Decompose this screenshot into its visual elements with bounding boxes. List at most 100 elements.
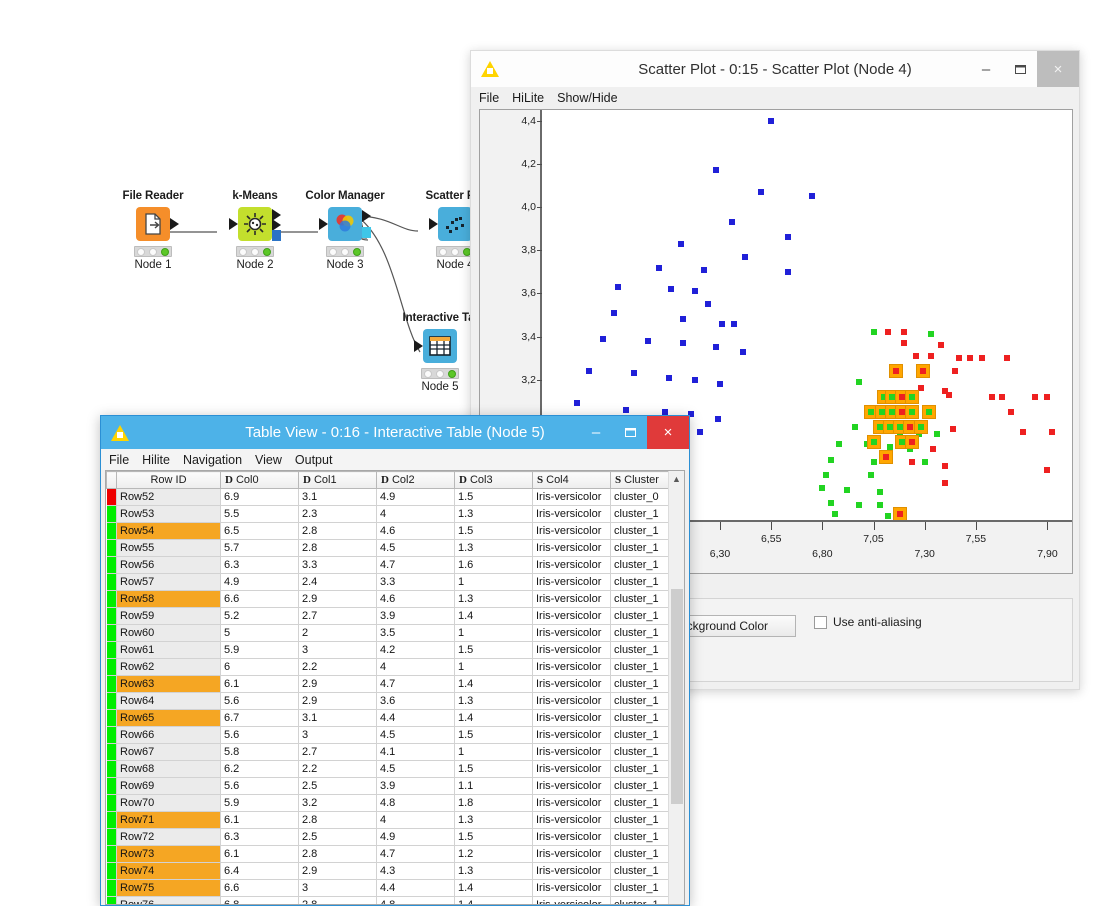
cell-c4[interactable]: Iris-versicolor [532,828,611,846]
cell-c3[interactable]: 1.3 [454,539,533,557]
node-output-port[interactable] [362,210,371,222]
cell-c3[interactable]: 1.3 [454,692,533,710]
workflow-node-3[interactable]: Color Manager Node 3 [295,190,395,271]
cell-c3[interactable]: 1.5 [454,488,533,506]
cell-cluster[interactable]: cluster_1 [610,794,673,812]
scatter-point-green[interactable] [856,378,863,385]
cell-row-id[interactable]: Row72 [116,828,221,846]
cell-c0[interactable]: 6.8 [220,896,299,904]
k-means-icon[interactable] [238,207,272,241]
cell-c1[interactable]: 2.3 [298,505,377,523]
cell-cluster[interactable]: cluster_1 [610,658,673,676]
menu-item-output[interactable]: Output [295,453,333,467]
scatter-point-green[interactable] [827,499,834,506]
scatter-point-green[interactable] [835,441,842,448]
scatter-point-green[interactable] [852,424,859,431]
table-row[interactable]: Row73 6.1 2.8 4.7 1.2 Iris-versicolor cluster_… [106,845,673,863]
scatter-point-red[interactable] [1019,428,1026,435]
cell-cluster[interactable]: cluster_1 [610,692,673,710]
cell-c2[interactable]: 4.3 [376,862,455,880]
table-row[interactable]: Row66 5.6 3 4.5 1.5 Iris-versicolor cluster_1 [106,726,673,744]
cell-c1[interactable]: 2.7 [298,743,377,761]
menu-item-hilite[interactable]: Hilite [142,453,170,467]
scatter-point-red[interactable] [999,394,1006,400]
cell-cluster[interactable]: cluster_1 [610,760,673,778]
cell-c4[interactable]: Iris-versicolor [532,777,611,795]
table-row[interactable]: Row55 5.7 2.8 4.5 1.3 Iris-versicolor cluster_… [106,539,673,557]
scatter-point-highlighted[interactable] [905,390,920,404]
scatter-point-highlighted[interactable] [893,506,908,520]
cell-c3[interactable]: 1 [454,743,533,761]
scatter-point-blue[interactable] [631,370,638,377]
cell-row-id[interactable]: Row75 [116,879,221,897]
cell-c4[interactable]: Iris-versicolor [532,692,611,710]
cell-c2[interactable]: 3.6 [376,692,455,710]
table-menubar[interactable]: File Hilite Navigation View Output [101,449,689,470]
table-row[interactable]: Row59 5.2 2.7 3.9 1.4 Iris-versicolor cluster_… [106,607,673,625]
scatter-point-red[interactable] [909,458,916,465]
cell-row-id[interactable]: Row65 [116,709,221,727]
scatter-point-green[interactable] [876,488,883,495]
cell-c3[interactable]: 1.4 [454,675,533,693]
scatter-point-blue[interactable] [667,286,674,293]
cell-c2[interactable]: 4.4 [376,709,455,727]
cell-c4[interactable]: Iris-versicolor [532,488,611,506]
scatter-point-red[interactable] [1007,409,1014,416]
cell-row-id[interactable]: Row66 [116,726,221,744]
cell-c0[interactable]: 5.6 [220,726,299,744]
cell-c4[interactable]: Iris-versicolor [532,607,611,625]
node-input-port[interactable] [429,218,438,230]
cell-c2[interactable]: 4 [376,658,455,676]
scatter-point-green[interactable] [884,512,891,519]
column-header-col3[interactable]: D Col3 [454,471,533,489]
cell-c0[interactable]: 6.4 [220,862,299,880]
scatter-point-blue[interactable] [739,348,746,355]
column-header-col2[interactable]: D Col2 [376,471,455,489]
node-output-port-model[interactable] [272,230,281,241]
table-row[interactable]: Row67 5.8 2.7 4.1 1 Iris-versicolor cluster_1 [106,743,673,761]
cell-c3[interactable]: 1.5 [454,641,533,659]
scatter-point-red[interactable] [966,355,973,362]
cell-c0[interactable]: 4.9 [220,573,299,591]
color-manager-icon[interactable] [328,207,362,241]
cell-cluster[interactable]: cluster_1 [610,641,673,659]
cell-c4[interactable]: Iris-versicolor [532,590,611,608]
minimize-button[interactable]: – [579,416,613,449]
cell-c1[interactable]: 3.2 [298,794,377,812]
cell-c3[interactable]: 1.3 [454,862,533,880]
cell-cluster[interactable]: cluster_1 [610,743,673,761]
cell-cluster[interactable]: cluster_1 [610,505,673,523]
cell-cluster[interactable]: cluster_1 [610,828,673,846]
cell-c1[interactable]: 2.8 [298,811,377,829]
cell-c4[interactable]: Iris-versicolor [532,743,611,761]
maximize-button[interactable] [613,416,647,449]
table-titlebar[interactable]: Table View - 0:16 - Interactive Table (N… [101,416,689,449]
cell-cluster[interactable]: cluster_1 [610,539,673,557]
cell-row-id[interactable]: Row71 [116,811,221,829]
cell-c0[interactable]: 5.6 [220,777,299,795]
cell-row-id[interactable]: Row70 [116,794,221,812]
cell-c1[interactable]: 3.1 [298,709,377,727]
scatter-point-highlighted[interactable] [921,405,936,420]
scatter-point-blue[interactable] [680,340,687,347]
cell-c4[interactable]: Iris-versicolor [532,760,611,778]
scatter-point-red[interactable] [946,391,953,398]
cell-c3[interactable]: 1.4 [454,896,533,904]
scatter-point-red[interactable] [913,353,920,359]
table-row[interactable]: Row71 6.1 2.8 4 1.3 Iris-versicolor cluster_1 [106,811,673,829]
close-button[interactable]: × [1037,51,1079,87]
column-header-col4[interactable]: S Col4 [532,471,611,489]
cell-c2[interactable]: 4.7 [376,675,455,693]
scrollbar-thumb[interactable] [671,589,683,804]
cell-c0[interactable]: 5.9 [220,641,299,659]
cell-c3[interactable]: 1.4 [454,709,533,727]
cell-cluster[interactable]: cluster_1 [610,709,673,727]
table-row[interactable]: Row57 4.9 2.4 3.3 1 Iris-versicolor cluster_1 [106,573,673,591]
cell-c2[interactable]: 4.6 [376,590,455,608]
cell-c0[interactable]: 5.6 [220,692,299,710]
cell-c2[interactable]: 3.5 [376,624,455,642]
scatter-point-blue[interactable] [784,268,791,275]
cell-c4[interactable]: Iris-versicolor [532,726,611,744]
cell-c1[interactable]: 2.9 [298,675,377,693]
scatter-point-red[interactable] [927,353,934,359]
